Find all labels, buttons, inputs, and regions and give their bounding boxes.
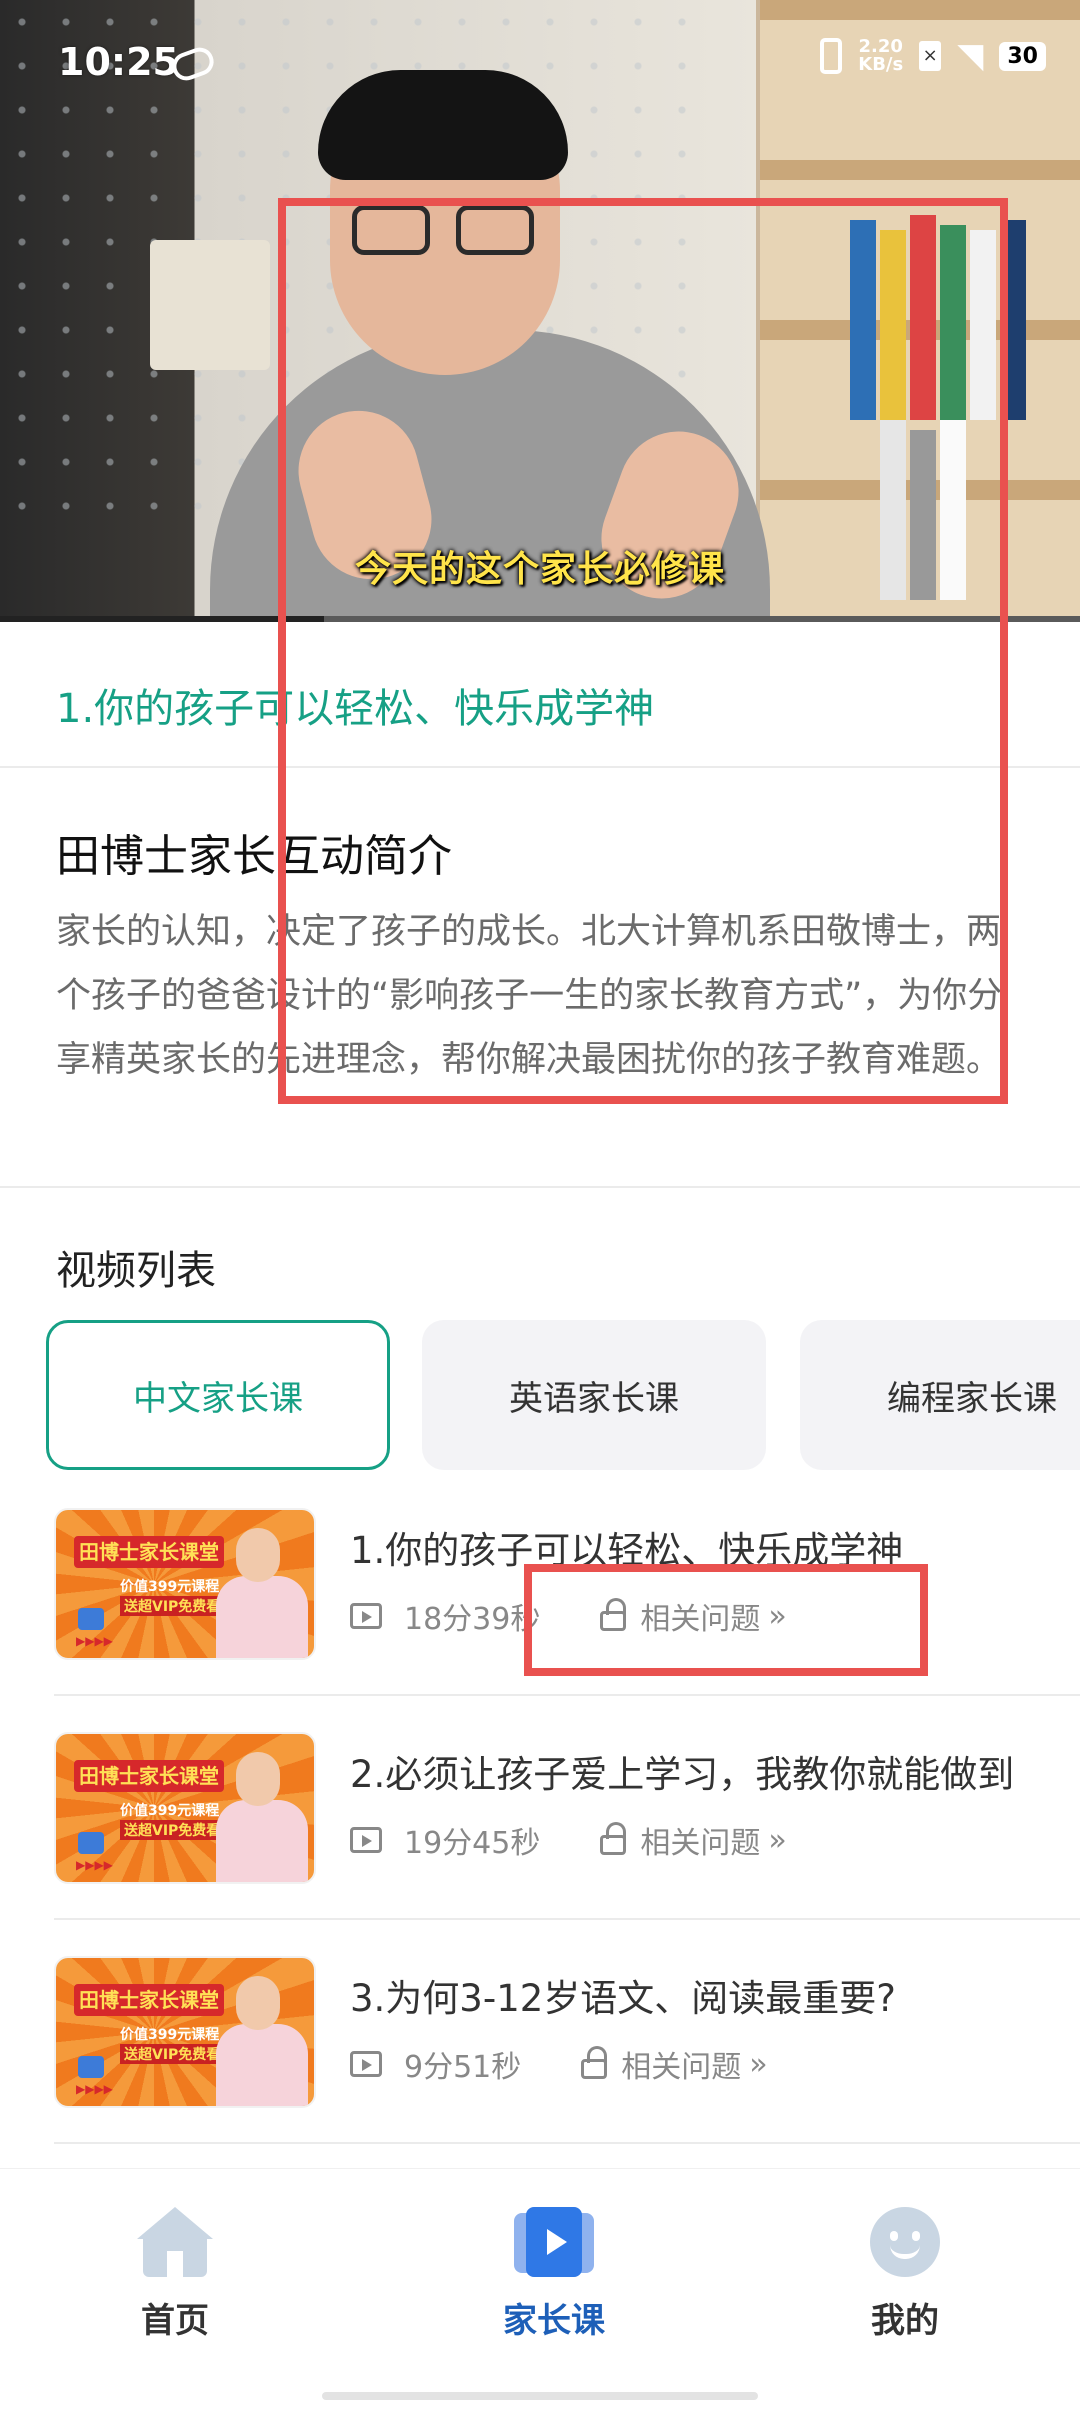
divider [54,2142,1080,2144]
divider [0,1186,1080,1188]
lock-icon [600,1598,627,1631]
current-lesson-title: 1.你的孩子可以轻松、快乐成学神 [56,686,655,732]
video-thumbnail[interactable]: 田博士家长课堂 价值399元课程 送超VIP免费看 ▶▶▶▶ [54,1732,316,1884]
video-frame-glasses [352,205,540,257]
video-list-heading: 视频列表 [56,1248,216,1294]
video-play-icon [350,1603,382,1629]
tab-english-parent-course[interactable]: 英语家长课 [422,1320,766,1470]
video-course-icon [514,2207,594,2277]
item-title: 3.为何3-12岁语文、阅读最重要? [350,1977,896,2020]
thumbnail-line2: 送超VIP免费看 [120,2044,225,2064]
divider [54,1694,1080,1696]
related-questions-label: 相关问题 [640,1602,761,1637]
course-category-tabs: 中文家长课 英语家长课 编程家长课 [46,1320,1080,1470]
double-chevron-right-icon: » [749,2046,768,2082]
thumbnail-person [216,1576,308,1658]
thumbnail-person [216,2024,308,2106]
video-play-icon [350,1827,382,1853]
list-item[interactable]: 田博士家长课堂 价值399元课程 送超VIP免费看 ▶▶▶▶ 3.为何3-12岁… [54,1956,1054,2116]
nav-label-parent-course: 家长课 [503,2301,605,2341]
list-item[interactable]: 田博士家长课堂 价值399元课程 送超VIP免费看 ▶▶▶▶ 1.你的孩子可以轻… [54,1508,1054,1668]
related-questions-button[interactable]: 相关问题 » [581,2042,768,2086]
related-questions-button[interactable]: 相关问题 » [600,1594,787,1638]
item-title: 1.你的孩子可以轻松、快乐成学神 [350,1529,904,1572]
no-sim-icon: × [919,41,942,71]
item-meta: 19分45秒 相关问题 » [350,1818,787,1862]
video-frame-desk [150,240,270,370]
related-questions-button[interactable]: 相关问题 » [600,1818,787,1862]
thumbnail-face [236,1976,280,2030]
gesture-home-indicator[interactable] [322,2392,758,2400]
divider [0,766,1080,768]
vibrate-icon [820,38,843,74]
list-item[interactable]: 田博士家长课堂 价值399元课程 送超VIP免费看 ▶▶▶▶ 2.必须让孩子爱上… [54,1732,1054,1892]
thumbnail-person [216,1800,308,1882]
megaphone-icon [78,1832,104,1854]
thumbnail-line1: 价值399元课程 [120,2027,220,2043]
video-thumbnail[interactable]: 田博士家长课堂 价值399元课程 送超VIP免费看 ▶▶▶▶ [54,1956,316,2108]
related-questions-label: 相关问题 [621,2050,742,2085]
thumbnail-face [236,1752,280,1806]
lock-icon [600,1822,627,1855]
lock-icon [581,2046,608,2079]
item-duration: 18分39秒 [404,1602,541,1637]
battery-icon: 30 [999,41,1046,71]
video-progress-bar[interactable] [0,616,1080,622]
tab-coding-parent-course[interactable]: 编程家长课 [800,1320,1080,1470]
thumbnail-face [236,1528,280,1582]
network-speed: 2.20 KB/s [858,38,903,74]
thumbnail-arrows: ▶▶▶▶ [76,2082,113,2096]
item-meta: 9分51秒 相关问题 » [350,2042,768,2086]
item-title: 2.必须让孩子爱上学习，我教你就能做到 [350,1753,1015,1796]
tab-chinese-parent-course[interactable]: 中文家长课 [46,1320,390,1470]
intro-description: 家长的认知，决定了孩子的成长。北大计算机系田敬博士，两个孩子的爸爸设计的“影响孩… [56,912,1003,1080]
thumbnail-banner: 田博士家长课堂 [74,1984,224,2016]
home-icon [137,2207,213,2277]
status-time: 10:25 [58,40,179,84]
thumbnail-arrows: ▶▶▶▶ [76,1858,113,1872]
thumbnail-line1: 价值399元课程 [120,1803,220,1819]
thumbnail-banner: 田博士家长课堂 [74,1760,224,1792]
nav-item-home[interactable]: 首页 [65,2207,285,2342]
double-chevron-right-icon: » [768,1598,787,1634]
bottom-navigation: 首页 家长课 我的 [0,2168,1080,2409]
item-duration: 9分51秒 [404,2050,522,2085]
nav-item-me[interactable]: 我的 [795,2207,1015,2342]
thumbnail-line1: 价值399元课程 [120,1579,220,1595]
nav-label-me: 我的 [871,2301,939,2341]
status-bar: 10:25 2.20 KB/s × ◥ 30 [0,0,1080,110]
thumbnail-line2: 送超VIP免费看 [120,1596,225,1616]
thumbnail-line2: 送超VIP免费看 [120,1820,225,1840]
intro-title: 田博士家长互动简介 [56,831,452,882]
divider [54,1918,1080,1920]
item-meta: 18分39秒 相关问题 » [350,1594,787,1638]
video-play-icon [350,2051,382,2077]
nav-item-parent-course[interactable]: 家长课 [444,2207,664,2342]
double-chevron-right-icon: » [768,1822,787,1858]
video-thumbnail[interactable]: 田博士家长课堂 价值399元课程 送超VIP免费看 ▶▶▶▶ [54,1508,316,1660]
smiley-profile-icon [870,2207,940,2277]
megaphone-icon [78,1608,104,1630]
wifi-icon: ◥ [957,36,984,76]
video-progress-fill [0,616,324,622]
related-questions-label: 相关问题 [640,1826,761,1861]
nav-label-home: 首页 [141,2301,209,2341]
thumbnail-banner: 田博士家长课堂 [74,1536,224,1568]
megaphone-icon [78,2056,104,2078]
video-subtitle: 今天的这个家长必修课 [354,549,725,590]
item-duration: 19分45秒 [404,1826,541,1861]
network-speed-unit: KB/s [858,54,904,75]
thumbnail-arrows: ▶▶▶▶ [76,1634,113,1648]
